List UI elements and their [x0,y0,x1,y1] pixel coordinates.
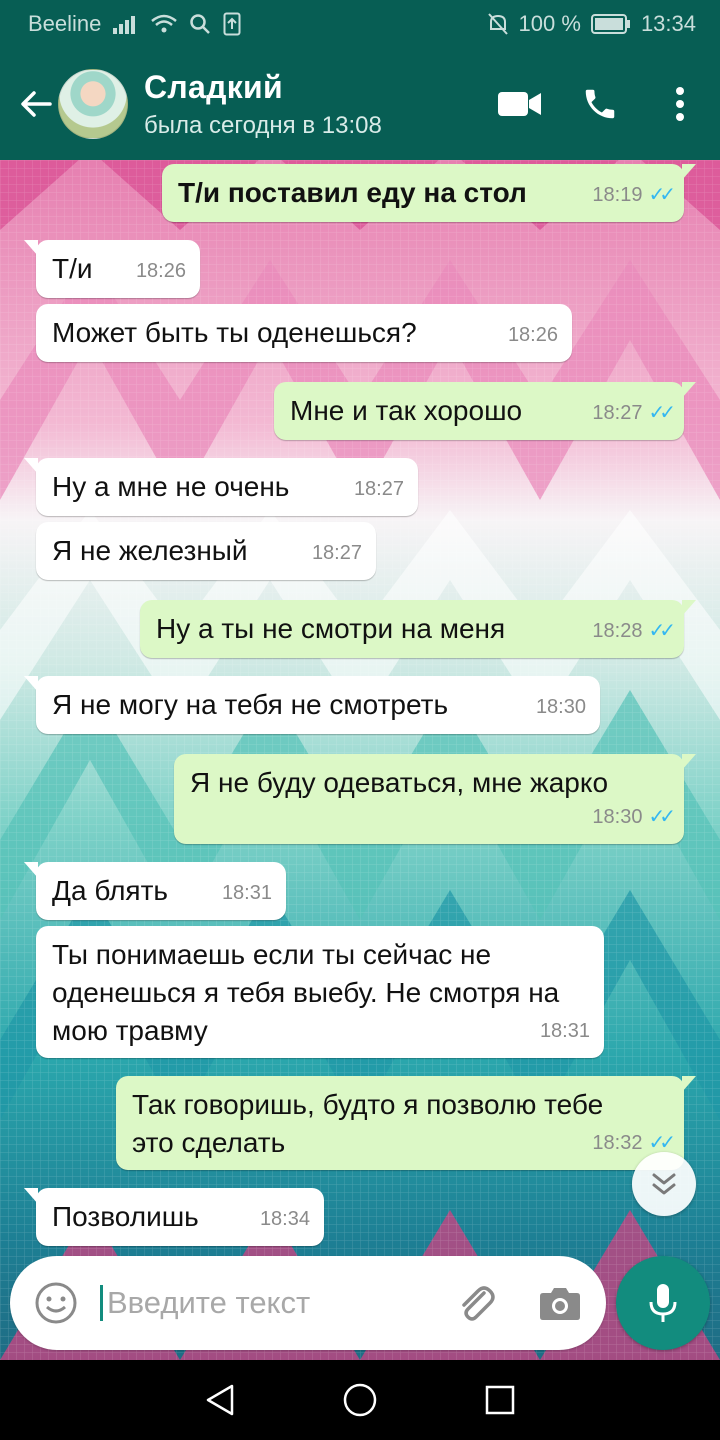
battery-icon [590,13,631,35]
message-composer [10,1256,606,1350]
contact-name: Сладкий [144,68,284,105]
message-bubble-incoming[interactable]: Позволишь 18:34 [24,1188,324,1246]
video-camera-icon [498,92,541,116]
attach-button[interactable] [446,1273,506,1333]
message-text: Ну а мне не очень [52,471,290,502]
message-bubble-incoming[interactable]: Да блять 18:31 [24,862,286,920]
message-bubble-outgoing[interactable]: Мне и так хорошо 18:27 ✓✓ [274,382,696,440]
message-bubble-incoming[interactable]: Может быть ты оденешься? 18:26 [36,304,572,362]
nav-back-button[interactable] [190,1370,250,1430]
nav-recents-button[interactable] [470,1370,530,1430]
message-bubble-outgoing[interactable]: Я не буду одеваться, мне жарко 18:30 ✓✓ [174,754,696,844]
status-bar: Beeline 100 % 13:34 [0,0,720,48]
message-time: 18:27 [353,478,404,500]
signal-icon [113,14,139,34]
back-button[interactable] [8,76,64,132]
read-ticks-icon: ✓✓ [648,806,675,828]
message-text: Да блять [52,875,169,906]
message-text: Ну а ты не смотри на меня [156,613,506,644]
message-time: 18:30 [592,806,643,828]
triangle-back-icon [206,1384,234,1416]
message-text: Я не железный [52,535,248,566]
message-text: Т/и поставил еду на стол [178,177,527,208]
upload-icon [223,12,241,36]
nav-home-button[interactable] [330,1370,390,1430]
message-bubble-incoming[interactable]: Я не могу на тебя не смотреть 18:30 [24,676,600,734]
message-bubble-incoming[interactable]: Ну а мне не очень 18:27 [24,458,418,516]
battery-percent: 100 % [518,11,581,36]
message-time: 18:34 [259,1208,310,1230]
more-options-button[interactable] [640,64,720,144]
message-text: Я не буду одеваться, мне жарко [190,767,609,798]
chat-area[interactable]: Т/и поставил еду на стол 18:19 ✓✓ Т/и 18:… [0,160,720,1360]
camera-icon [540,1288,580,1320]
message-text: Мне и так хорошо [290,395,523,426]
chat-header: Сладкий была сегодня в 13:08 [0,48,720,160]
message-time: 18:26 [507,324,558,346]
kebab-menu-icon [676,87,684,121]
message-bubble-outgoing[interactable]: Т/и поставил еду на стол 18:19 ✓✓ [162,164,696,222]
carrier-label: Beeline [28,11,102,36]
phone-icon [585,89,615,119]
paperclip-icon [462,1286,495,1321]
voice-call-button[interactable] [560,64,640,144]
avatar[interactable] [58,69,128,139]
message-bubble-incoming[interactable]: Ты понимаешь если ты сейчас не оденешься… [36,926,604,1058]
message-time: 18:31 [539,1020,590,1042]
emoji-button[interactable] [26,1273,86,1333]
emoji-icon [35,1282,77,1324]
last-seen-status: была сегодня в 13:08 [144,111,382,139]
message-text: Т/и [52,253,93,284]
read-ticks-icon: ✓✓ [648,620,675,642]
message-time: 18:27 [592,402,643,424]
scroll-to-bottom-button[interactable] [632,1152,696,1216]
wifi-icon [151,14,178,34]
message-time: 18:31 [221,882,272,904]
message-time: 18:30 [535,696,586,718]
message-text: Может быть ты оденешься? [52,317,417,348]
square-recents-icon [485,1385,515,1415]
message-text: Так говоришь, будто я позволю тебе это с… [132,1089,604,1158]
search-icon [189,13,211,35]
camera-button[interactable] [530,1273,590,1333]
message-bubble-outgoing[interactable]: Ну а ты не смотри на меня 18:28 ✓✓ [140,600,696,658]
voice-message-button[interactable] [616,1256,710,1350]
double-chevron-down-icon [652,1173,676,1195]
message-time: 18:19 [592,184,643,206]
message-time: 18:28 [592,620,643,642]
system-navigation-bar [0,1360,720,1440]
message-bubble-outgoing[interactable]: Так говоришь, будто я позволю тебе это с… [116,1076,696,1170]
read-ticks-icon: ✓✓ [648,184,675,206]
arrow-left-icon [21,91,52,117]
message-time: 18:32 [592,1132,643,1154]
message-text: Я не могу на тебя не смотреть [52,689,449,720]
clock: 13:34 [640,11,696,36]
message-bubble-incoming[interactable]: Я не железный 18:27 [36,522,376,580]
contact-info[interactable]: Сладкий была сегодня в 13:08 [144,69,382,140]
read-ticks-icon: ✓✓ [648,402,675,424]
circle-home-icon [343,1383,377,1417]
message-text: Ты понимаешь если ты сейчас не оденешься… [52,939,560,1046]
microphone-icon [649,1284,677,1322]
message-bubble-incoming[interactable]: Т/и 18:26 [24,240,200,298]
message-input[interactable] [100,1285,420,1321]
message-time: 18:26 [135,260,186,282]
message-time: 18:27 [311,542,362,564]
message-text: Позволишь [52,1201,199,1232]
video-call-button[interactable] [480,64,560,144]
mute-bell-icon [487,12,509,36]
